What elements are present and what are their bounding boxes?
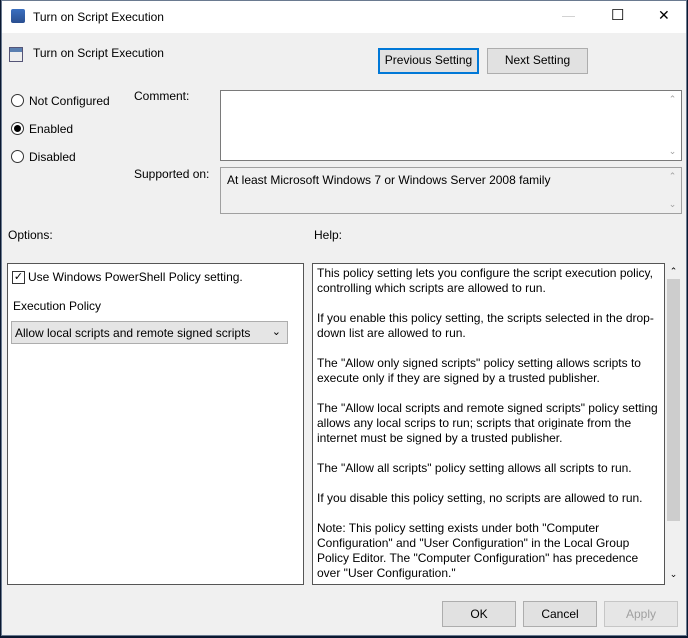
app-icon	[11, 9, 25, 23]
help-paragraph: The "Allow all scripts" policy setting a…	[317, 461, 632, 475]
label-enabled[interactable]: Enabled	[29, 122, 73, 136]
help-paragraph: The "Allow only signed scripts" policy s…	[317, 356, 641, 385]
scroll-thumb[interactable]	[667, 279, 680, 521]
supported-on-label: Supported on:	[134, 167, 210, 181]
apply-button: Apply	[604, 601, 678, 627]
chevron-down-icon: ⌄	[271, 326, 281, 338]
minimize-button[interactable]: —	[562, 8, 575, 23]
radio-disabled[interactable]	[11, 150, 24, 163]
help-panel: This policy setting lets you configure t…	[312, 263, 665, 585]
close-button[interactable]: ✕	[658, 7, 670, 24]
ok-button[interactable]: OK	[442, 601, 516, 627]
execution-policy-label: Execution Policy	[13, 299, 102, 313]
execution-policy-value: Allow local scripts and remote signed sc…	[15, 326, 251, 340]
window-title: Turn on Script Execution	[33, 10, 164, 24]
policy-dialog: Turn on Script Execution — ☐ ✕ Turn on S…	[1, 0, 687, 636]
policy-checkbox[interactable]: ✓	[12, 271, 25, 284]
cancel-button[interactable]: Cancel	[523, 601, 597, 627]
policy-checkbox-label[interactable]: Use Windows PowerShell Policy setting.	[28, 270, 243, 284]
comment-label: Comment:	[134, 89, 190, 103]
title-bar: Turn on Script Execution — ☐ ✕	[2, 1, 686, 33]
scroll-down-icon[interactable]: ⌄	[665, 569, 682, 585]
label-not-configured[interactable]: Not Configured	[29, 94, 110, 108]
previous-setting-button[interactable]: Previous Setting	[378, 48, 479, 74]
comment-input[interactable]: ⌃ ⌄	[220, 90, 682, 161]
label-disabled[interactable]: Disabled	[29, 150, 76, 164]
help-label: Help:	[314, 228, 343, 242]
radio-not-configured[interactable]	[11, 94, 24, 107]
execution-policy-dropdown[interactable]: Allow local scripts and remote signed sc…	[11, 321, 288, 344]
radio-enabled[interactable]	[11, 122, 24, 135]
supported-on-field: At least Microsoft Windows 7 or Windows …	[220, 167, 682, 214]
help-paragraph: If you enable this policy setting, the s…	[317, 311, 654, 340]
supported-on-value: At least Microsoft Windows 7 or Windows …	[227, 173, 551, 187]
help-paragraph: This policy setting lets you configure t…	[317, 266, 653, 295]
help-scrollbar[interactable]: ⌃ ⌄	[665, 263, 682, 585]
maximize-button[interactable]: ☐	[611, 6, 624, 24]
next-setting-button[interactable]: Next Setting	[487, 48, 588, 74]
help-paragraph: Note: This policy setting exists under b…	[317, 521, 639, 580]
options-panel: ✓ Use Windows PowerShell Policy setting.…	[7, 263, 304, 585]
policy-icon	[9, 47, 23, 62]
supported-scrollbar[interactable]: ⌃ ⌄	[664, 168, 681, 213]
policy-name: Turn on Script Execution	[33, 46, 164, 60]
help-paragraph: The "Allow local scripts and remote sign…	[317, 401, 658, 445]
options-label: Options:	[8, 228, 53, 242]
comment-scrollbar[interactable]: ⌃ ⌄	[664, 91, 681, 160]
help-paragraph: If you disable this policy setting, no s…	[317, 491, 643, 505]
scroll-up-icon[interactable]: ⌃	[665, 263, 682, 279]
